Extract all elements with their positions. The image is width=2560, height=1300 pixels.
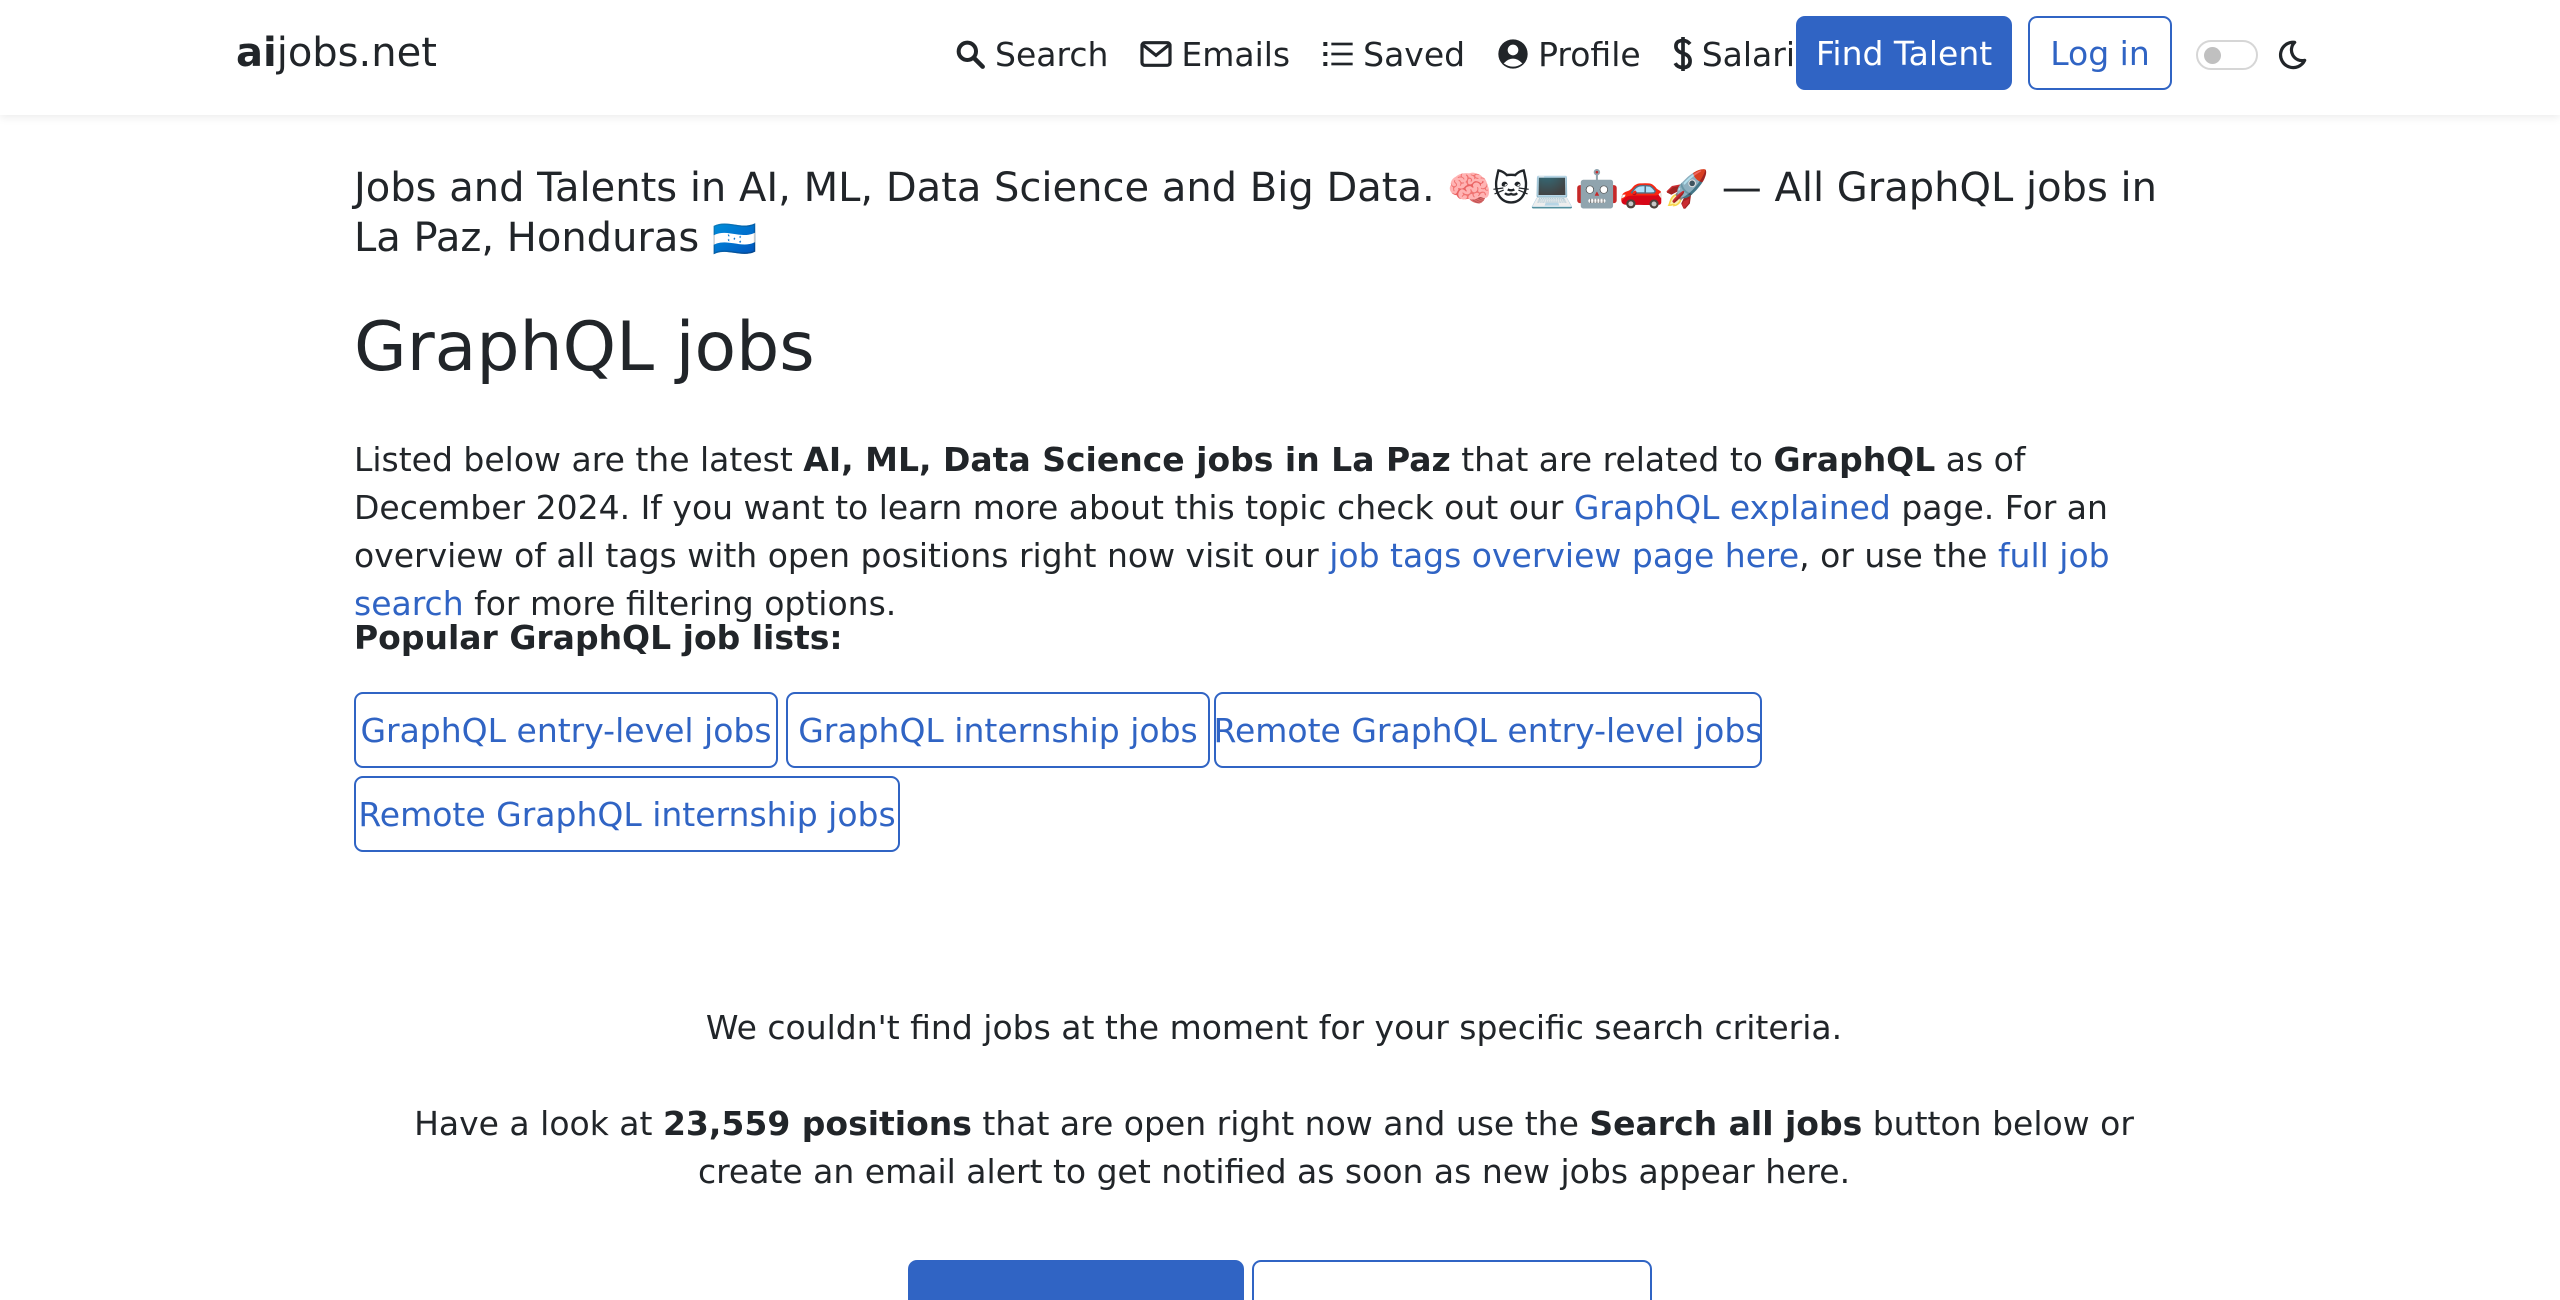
nav-search[interactable]: Search (954, 35, 1108, 74)
find-talent-button[interactable]: Find Talent (1796, 16, 2012, 90)
envelope-icon (1140, 41, 1172, 67)
main-nav: Search Emails Saved Profile Salaries (954, 30, 1864, 78)
job-tags-overview-link[interactable]: job tags overview page here (1329, 536, 1799, 575)
nav-emails[interactable]: Emails (1140, 35, 1290, 74)
dollar-icon (1673, 37, 1692, 71)
nav-saved[interactable]: Saved (1322, 35, 1465, 74)
graphql-internship-button[interactable]: GraphQL internship jobs (786, 692, 1210, 768)
popular-lists-label: Popular GraphQL job lists: (354, 618, 843, 657)
no-jobs-message: We couldn't find jobs at the moment for … (705, 1008, 1843, 1047)
search-all-jobs-button[interactable] (908, 1260, 1244, 1300)
graphql-entry-level-button[interactable]: GraphQL entry-level jobs (354, 692, 778, 768)
honduras-flag: 🇭🇳 (711, 219, 757, 260)
nav-profile[interactable]: Profile (1497, 35, 1641, 74)
search-icon (956, 40, 985, 69)
brand-logo[interactable]: aijobs.net (236, 30, 437, 76)
list-icon (1323, 42, 1353, 66)
create-email-alert-button[interactable] (1252, 1260, 1652, 1300)
dark-mode-toggle[interactable] (2196, 40, 2258, 70)
emoji-row: 🧠🐱💻🤖🚗🚀 (1447, 169, 1710, 210)
remote-graphql-entry-level-button[interactable]: Remote GraphQL entry-level jobs (1214, 692, 1762, 768)
graphql-explained-link[interactable]: GraphQL explained (1574, 488, 1891, 527)
page-lead: Jobs and Talents in AI, ML, Data Science… (354, 165, 2157, 261)
toggle-knob (2204, 47, 2221, 64)
top-navbar: aijobs.net Search Emails Saved Profile S… (0, 0, 2560, 115)
page-title: GraphQL jobs (354, 308, 815, 387)
moon-icon (2278, 40, 2307, 70)
remote-graphql-internship-button[interactable]: Remote GraphQL internship jobs (354, 776, 900, 852)
intro-paragraph: Listed below are the latest AI, ML, Data… (354, 440, 2110, 623)
suggest-message: Have a look at 23,559 positions that are… (414, 1104, 2134, 1191)
login-button[interactable]: Log in (2028, 16, 2172, 90)
user-circle-icon (1498, 39, 1528, 69)
